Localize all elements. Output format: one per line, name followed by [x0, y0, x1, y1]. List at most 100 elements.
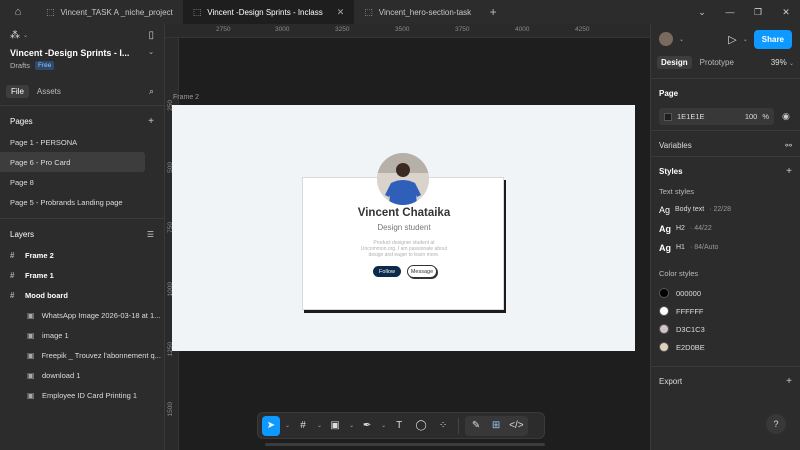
text-style-icon: Ag	[659, 242, 671, 253]
layer-item[interactable]: ▣ download 1	[0, 365, 164, 385]
chevron-down-icon[interactable]: ⌄	[317, 422, 322, 429]
frame[interactable]: Vincent Chataika Design student Product …	[172, 105, 635, 351]
ruler-tick: 1500	[167, 402, 174, 417]
tab-file[interactable]: File	[6, 84, 29, 98]
color-style-item[interactable]: D3C1C3	[659, 320, 792, 338]
text-style-item[interactable]: Ag Body text · 22/28	[659, 200, 792, 219]
avatar[interactable]	[377, 153, 429, 205]
cursor-icon: ➤	[266, 420, 276, 431]
color-swatch	[659, 324, 669, 334]
page-section-title: Page	[659, 88, 679, 98]
code-icon: </>	[509, 420, 524, 431]
page-fill-input[interactable]: 1E1E1E 100 %	[659, 108, 774, 125]
pen-tool-button[interactable]: ✒	[358, 416, 376, 436]
layer-item[interactable]: ▣ WhatsApp Image 2026-03-18 at 1...	[0, 305, 164, 325]
eye-icon[interactable]: ◉	[782, 111, 790, 122]
image-icon: ▣	[27, 330, 35, 340]
help-button[interactable]: ?	[766, 414, 786, 434]
maximize-icon[interactable]: ❐	[744, 0, 772, 24]
chevron-down-icon[interactable]: ⌄	[285, 422, 290, 429]
text-style-item[interactable]: Ag H1 · 84/Auto	[659, 238, 792, 257]
pen-icon: ✒	[362, 420, 372, 431]
ruler-tick: 3000	[275, 26, 290, 33]
frame-label[interactable]: Frame 2	[173, 94, 199, 101]
draw-mode-button[interactable]: ✎	[467, 416, 485, 436]
tab-file-1[interactable]: ⬚ Vincent_TASK A _niche_project	[36, 0, 183, 24]
page-item[interactable]: Page 1 - PERSONA	[0, 132, 145, 152]
layer-item[interactable]: ▣ image 1	[0, 325, 164, 345]
tab-bar: ⌂ ⬚ Vincent_TASK A _niche_project ⬚ Vinc…	[0, 0, 800, 24]
layer-item[interactable]: ▣ Employee ID Card Printing 1	[0, 385, 164, 405]
text-tool-button[interactable]: T	[390, 416, 408, 436]
add-style-icon[interactable]: +	[786, 166, 792, 177]
design-mode-button[interactable]: ⊞	[487, 416, 505, 436]
zoom-dropdown[interactable]: 39% ⌄	[771, 58, 794, 67]
color-style-item[interactable]: E2D0BE	[659, 338, 792, 356]
variables-icon[interactable]: ⚯	[785, 141, 792, 150]
page-item[interactable]: Page 5 - Probrands Landing page	[0, 192, 145, 212]
layer-item[interactable]: # Mood board	[0, 285, 164, 305]
color-style-item[interactable]: FFFFFF	[659, 302, 792, 320]
tab-prototype[interactable]: Prototype	[696, 56, 738, 69]
layer-item[interactable]: # Frame 1	[0, 265, 164, 285]
search-icon[interactable]: ⌕	[149, 86, 154, 97]
chevron-down-icon: ⌄	[23, 32, 29, 39]
layer-item[interactable]: # Frame 2	[0, 245, 164, 265]
variables-title: Variables	[659, 140, 692, 150]
follow-button[interactable]: Follow	[373, 266, 401, 277]
pencil-icon: ✎	[471, 420, 481, 431]
tab-label: Vincent_TASK A _niche_project	[60, 7, 173, 17]
add-export-icon[interactable]: +	[786, 376, 792, 387]
page-item[interactable]: Page 6 - Pro Card	[0, 152, 145, 172]
frame-icon: #	[10, 270, 15, 280]
toolbar: ➤ ⌄ # ⌄ ▣ ⌄ ✒ ⌄ T ◯ ⁘ ✎ ⊞ </>	[257, 412, 545, 439]
tab-assets[interactable]: Assets	[32, 85, 66, 98]
page-item[interactable]: Page 8	[0, 172, 145, 192]
text-style-icon: Ag	[659, 204, 671, 215]
image-icon: ▣	[27, 310, 35, 320]
image-icon: ▣	[27, 390, 35, 400]
move-tool-button[interactable]: ➤	[262, 415, 280, 436]
tab-design[interactable]: Design	[657, 55, 692, 69]
fill-opacity-unit: %	[762, 112, 769, 121]
message-button[interactable]: Message	[407, 265, 437, 278]
chevron-down-icon[interactable]: ⌄	[688, 0, 716, 24]
text-style-icon: Ag	[659, 223, 671, 234]
ruler-tick: 3250	[335, 26, 350, 33]
ruler-tick: 3750	[455, 26, 470, 33]
horizontal-scrollbar[interactable]	[265, 443, 545, 446]
fill-swatch[interactable]	[664, 112, 672, 121]
project-title[interactable]: Vincent -Design Sprints - I... ⌄	[0, 46, 164, 58]
shape-tool-button[interactable]: ▣	[326, 416, 344, 436]
present-icon[interactable]: ▷	[728, 33, 736, 46]
chevron-down-icon: ⌄	[788, 60, 794, 67]
text-style-item[interactable]: Ag H2 · 44/22	[659, 219, 792, 238]
tab-file-3[interactable]: ⬚ Vincent_hero-section-task	[354, 0, 481, 24]
color-style-item[interactable]: 000000	[659, 284, 792, 302]
frame-tool-button[interactable]: #	[294, 416, 312, 436]
add-page-icon[interactable]: +	[148, 116, 154, 127]
canvas[interactable]: 2750 3000 3250 3500 3750 4000 4250 250 5…	[165, 24, 650, 450]
home-icon[interactable]: ⌂	[0, 0, 36, 24]
chevron-down-icon[interactable]: ⌄	[743, 36, 748, 43]
minimize-icon[interactable]: —	[716, 0, 744, 24]
layer-item[interactable]: ▣ Freepik _ Trouvez l'abonnement q...	[0, 345, 164, 365]
main-menu-button[interactable]: ⁂ ⌄	[10, 30, 28, 41]
tab-file-2[interactable]: ⬚ Vincent -Design Sprints - Inclass ✕	[182, 0, 355, 24]
card-bio: Product designer student at Uncommon.org…	[360, 240, 448, 258]
project-location: Drafts Free	[0, 58, 164, 73]
actions-button[interactable]: ⁘	[434, 416, 452, 436]
share-button[interactable]: Share	[753, 29, 792, 49]
chevron-down-icon[interactable]: ⌄	[381, 422, 386, 429]
sidebar-toggle-icon[interactable]: ▯	[148, 30, 154, 41]
close-window-icon[interactable]: ✕	[772, 0, 800, 24]
comment-tool-button[interactable]: ◯	[412, 416, 430, 436]
dev-mode-button[interactable]: </>	[507, 416, 525, 436]
user-avatar[interactable]	[659, 32, 673, 46]
image-icon: ▣	[27, 350, 35, 360]
new-tab-icon[interactable]: +	[481, 5, 505, 19]
close-icon[interactable]: ✕	[337, 7, 345, 18]
collapse-layers-icon[interactable]: ☰	[147, 230, 154, 239]
chevron-down-icon[interactable]: ⌄	[349, 422, 354, 429]
chevron-down-icon[interactable]: ⌄	[679, 36, 684, 43]
